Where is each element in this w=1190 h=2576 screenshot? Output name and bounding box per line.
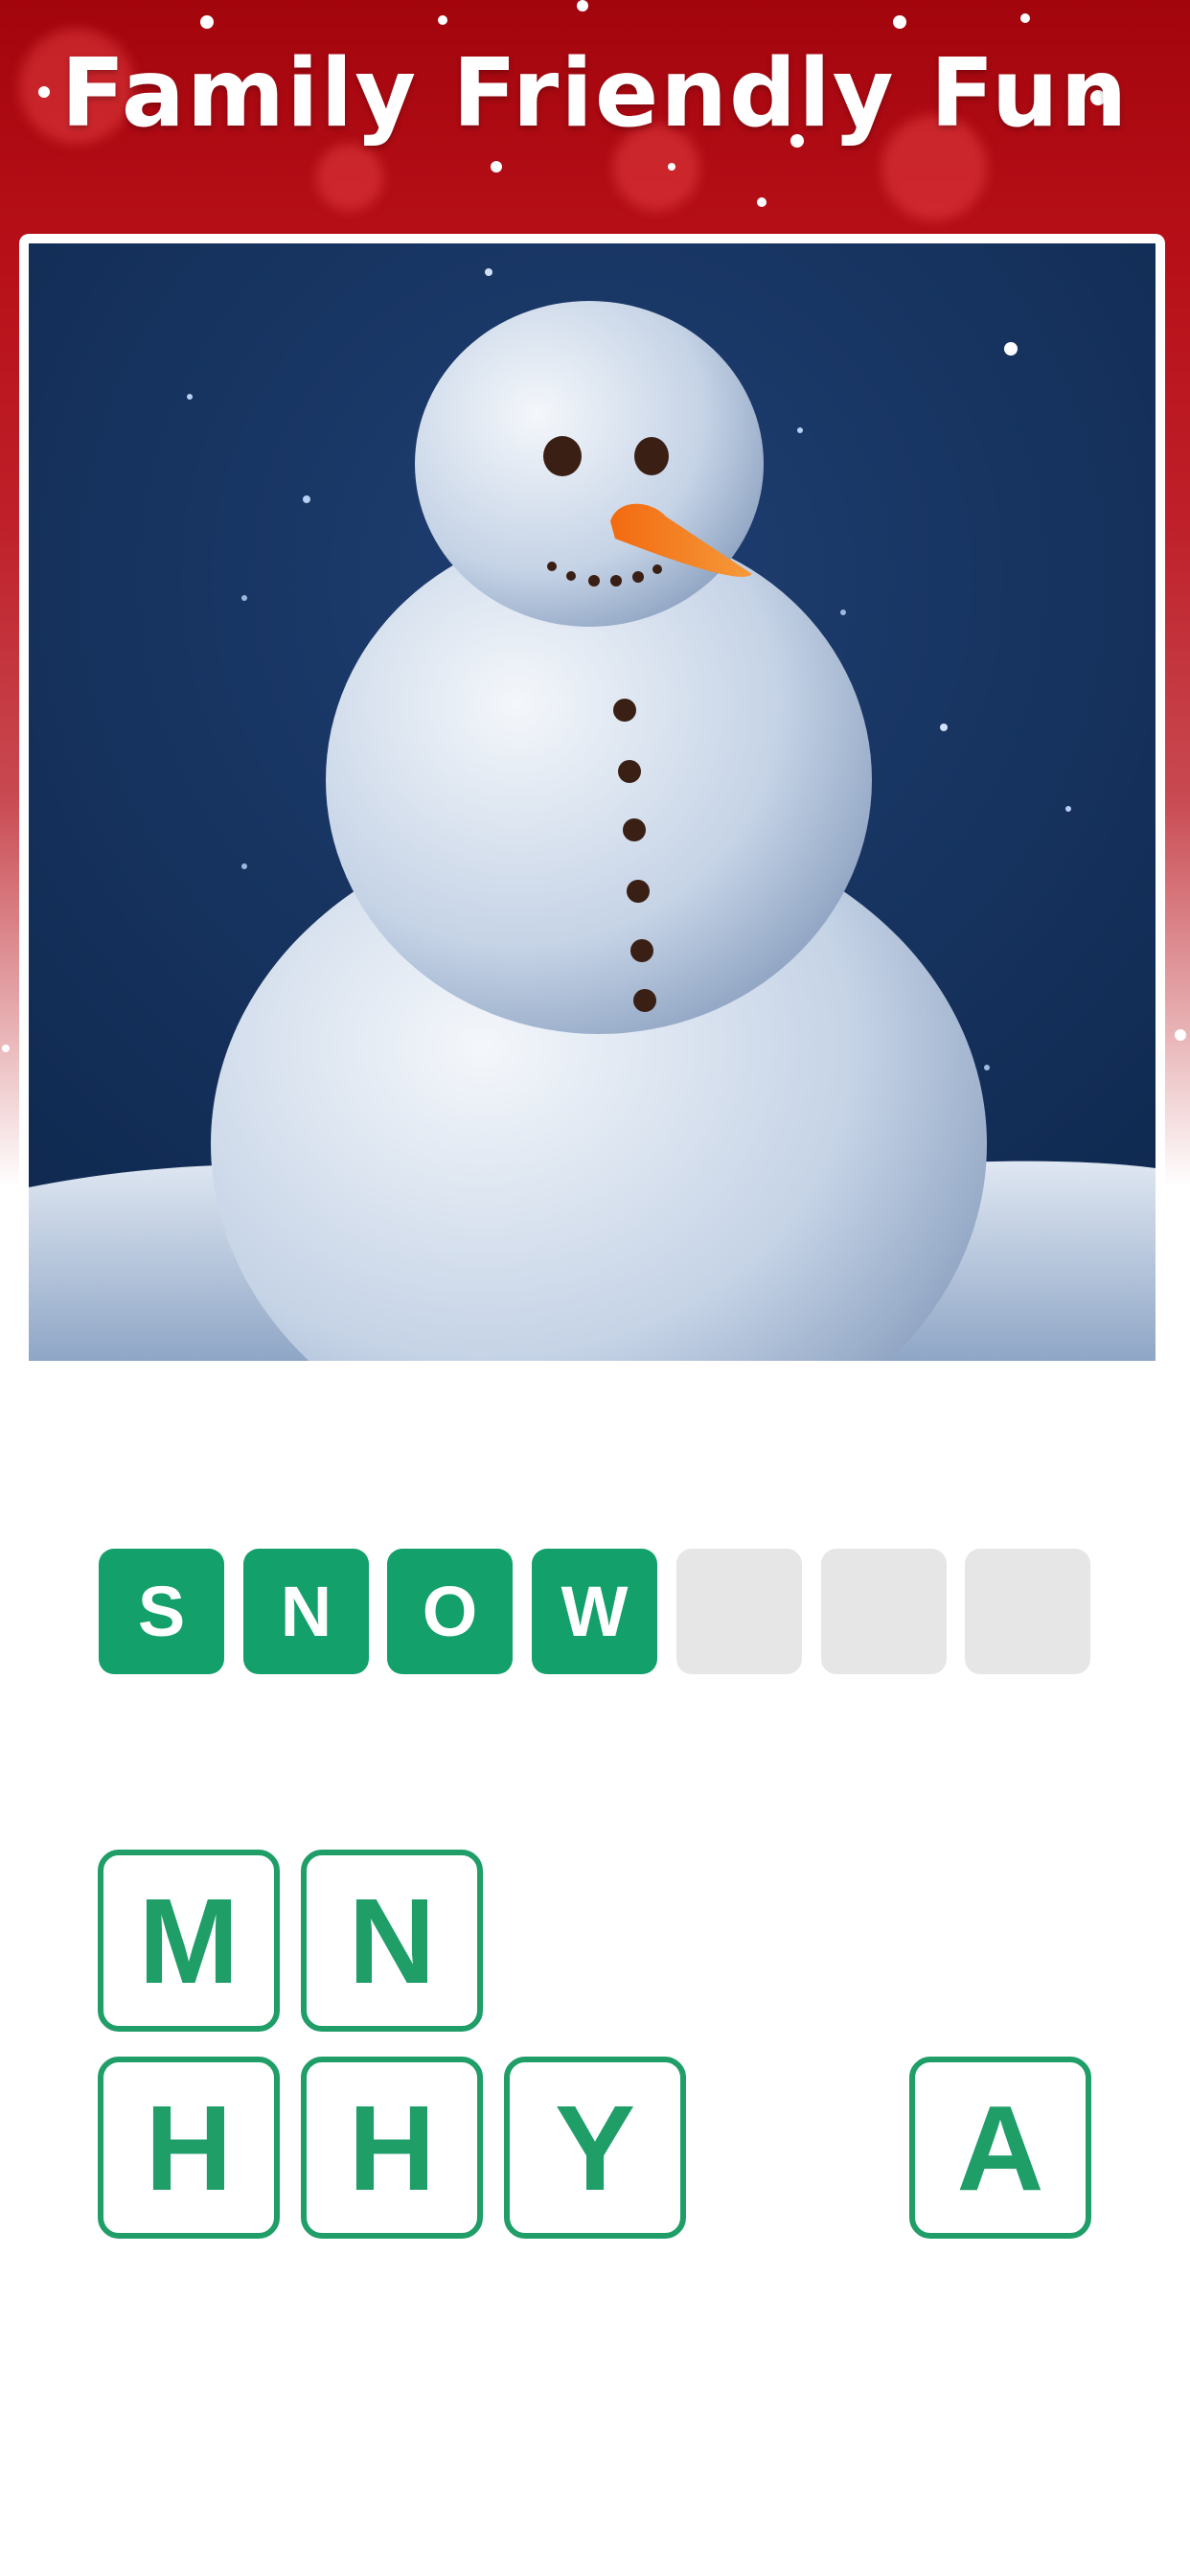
letter-tile-m[interactable]: M xyxy=(98,1850,280,2032)
snowman-illustration xyxy=(29,243,1156,1361)
answer-slot-1[interactable]: S xyxy=(99,1549,224,1674)
letter-tile-y[interactable]: Y xyxy=(504,2057,686,2239)
answer-slot-6[interactable] xyxy=(821,1549,947,1674)
answer-slot-3[interactable]: O xyxy=(387,1549,513,1674)
answer-slot-5[interactable] xyxy=(676,1549,802,1674)
letter-tile-a[interactable]: A xyxy=(909,2057,1091,2239)
answer-slot-7[interactable] xyxy=(965,1549,1090,1674)
answer-slot-2[interactable]: N xyxy=(243,1549,369,1674)
letter-tile-h-2[interactable]: H xyxy=(301,2057,483,2239)
answer-slot-4[interactable]: W xyxy=(532,1549,657,1674)
page-title: Family Friendly Fun xyxy=(60,39,1130,149)
letter-tile-n[interactable]: N xyxy=(301,1850,483,2032)
puzzle-image xyxy=(19,234,1165,1370)
letter-tile-h-1[interactable]: H xyxy=(98,2057,280,2239)
